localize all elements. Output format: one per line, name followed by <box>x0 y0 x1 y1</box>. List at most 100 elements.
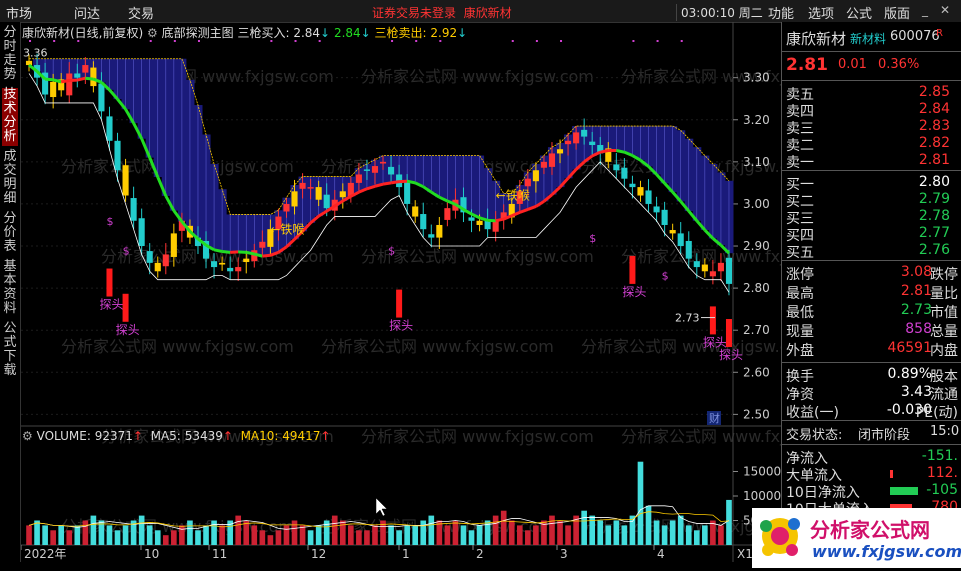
quote-row: 外盘46591内盘 <box>786 340 958 360</box>
volume-bar <box>235 516 241 545</box>
candle-body <box>686 241 692 259</box>
volume-bar <box>654 521 660 546</box>
volume-bar <box>420 521 426 546</box>
login-alert: 证券交易未登录 康欣新材 <box>372 4 512 21</box>
volume-bar <box>396 530 402 545</box>
ma-line-segment <box>222 251 230 252</box>
signal-bar <box>396 290 402 318</box>
volume-bar <box>694 530 700 545</box>
quote-row-value: 3.08 <box>901 264 932 280</box>
candle-body <box>477 221 483 225</box>
top-dot <box>681 40 683 42</box>
volume-bar <box>58 525 64 545</box>
menu-formula[interactable]: 公式 <box>846 3 872 22</box>
minimize-icon[interactable]: _ <box>922 3 928 17</box>
candle-body <box>147 251 153 263</box>
price-tick-label: 2.80 <box>743 281 770 295</box>
volume-header: ⚙ VOLUME: 92371↑ MA5: 53439↑ MA10: 49417… <box>22 429 331 443</box>
trade-status-row: 交易状态: 闭市阶段 15:0 <box>786 424 958 444</box>
x-tick-label: 1 <box>402 547 410 561</box>
candle-body <box>211 261 217 267</box>
top-dot <box>270 40 272 42</box>
volume-tick-label: 15000 <box>743 465 781 479</box>
tab-price-table[interactable]: 分价表 <box>2 212 18 256</box>
flow-bar <box>890 470 893 478</box>
quote-row-label: 净资 <box>786 384 814 404</box>
quote-row-label: 买五 <box>786 242 814 262</box>
candle-body <box>533 170 539 181</box>
quote-row-right-label: 总量 <box>930 321 958 341</box>
menu-layout[interactable]: 版面 <box>884 3 910 22</box>
quote-title-row: 康欣新材 新材料 600076 R <box>786 28 958 50</box>
volume-bar <box>179 525 185 545</box>
menu-trade[interactable]: 交易 <box>128 3 154 22</box>
x-tick-label: 12 <box>311 547 326 561</box>
quote-row: 最低2.73市值 <box>786 302 958 322</box>
candle-body <box>380 162 386 164</box>
tab-intraday[interactable]: 分时走势 <box>2 26 18 84</box>
candle-body <box>645 190 651 203</box>
tab-ticks[interactable]: 成交明细 <box>2 150 18 208</box>
dollar-mark: $ <box>106 215 113 228</box>
price-tick-label: 2.70 <box>743 323 770 337</box>
ma5-value: 53439 <box>185 429 223 443</box>
stock-code: 600076 <box>890 29 940 44</box>
menu-function[interactable]: 功能 <box>768 3 794 22</box>
volume-bar <box>292 521 298 546</box>
price-tick-label: 2.60 <box>743 365 770 379</box>
volume-bar <box>670 521 676 546</box>
volume-bar <box>50 530 56 545</box>
menu-market[interactable]: 市场 <box>6 3 32 22</box>
tab-fundamentals[interactable]: 基本资料 <box>2 260 18 318</box>
ma10-label: MA10: <box>241 429 279 443</box>
ma-line-segment <box>616 150 624 152</box>
tab-formula-download[interactable]: 公式下载 <box>2 322 18 380</box>
ma-line-segment <box>61 80 69 81</box>
candle-body <box>573 132 579 143</box>
price-tick-label: 3.20 <box>743 113 770 127</box>
kline-chart[interactable]: 分析家公式网 www.fxjgsw.com 分析家公式网 www.fxjgsw.c… <box>21 22 781 562</box>
flow-value: -105 <box>926 482 958 498</box>
menu-options[interactable]: 选项 <box>808 3 834 22</box>
candle-body <box>412 206 418 216</box>
x-tick-label: 2022年 <box>24 547 67 561</box>
tie-hou-label: ←铁喉 <box>270 222 304 236</box>
volume-bar <box>533 525 539 545</box>
quote-row: 换手0.89%股本 <box>786 366 958 386</box>
quote-row-right-label: PE(动) <box>916 402 958 422</box>
menu-wenda[interactable]: 问达 <box>74 3 100 22</box>
candle-body <box>565 141 571 144</box>
low-price-mark: 2.73 <box>675 312 700 325</box>
candle-body <box>340 191 346 197</box>
candle-body <box>694 261 700 267</box>
candle-body <box>98 84 104 112</box>
gear-icon[interactable]: ⚙ <box>22 429 33 443</box>
arrow-up-icon: ↑ <box>320 429 330 443</box>
volume-bar <box>501 511 507 545</box>
quote-row-right-label: 内盘 <box>930 340 958 360</box>
volume-bar <box>26 525 32 545</box>
code-flag: R <box>936 28 943 39</box>
volume-bar <box>187 521 193 546</box>
volume-bar <box>219 525 225 545</box>
cai-badge <box>707 411 721 425</box>
volume-bar <box>549 516 555 545</box>
quote-row-value: 46591 <box>887 340 932 356</box>
watermark-text: 分析家公式网 www.fxjgsw.com <box>361 67 594 86</box>
top-dot <box>77 40 79 42</box>
candle-body <box>589 142 595 145</box>
quote-row-value: 2.79 <box>919 191 950 207</box>
quote-row: 最高2.81量比 <box>786 283 958 303</box>
volume-bar <box>195 530 201 545</box>
ma-line-segment <box>77 78 85 80</box>
ma-line-segment <box>496 219 504 221</box>
logo-url: www.fxjgsw.com <box>812 542 961 561</box>
close-icon[interactable]: ✕ <box>940 3 950 17</box>
watermark-text: 分析家公式网 www.fxjgsw.com <box>361 247 594 266</box>
industry-tag[interactable]: 新材料 <box>850 30 886 47</box>
tab-technical[interactable]: 技术分析 <box>2 88 18 146</box>
volume-bar <box>525 530 531 545</box>
watermark-text: 分析家公式网 www.fxjgsw.com <box>621 427 781 446</box>
candle-body <box>525 179 531 187</box>
quote-row-label: 换手 <box>786 366 814 386</box>
